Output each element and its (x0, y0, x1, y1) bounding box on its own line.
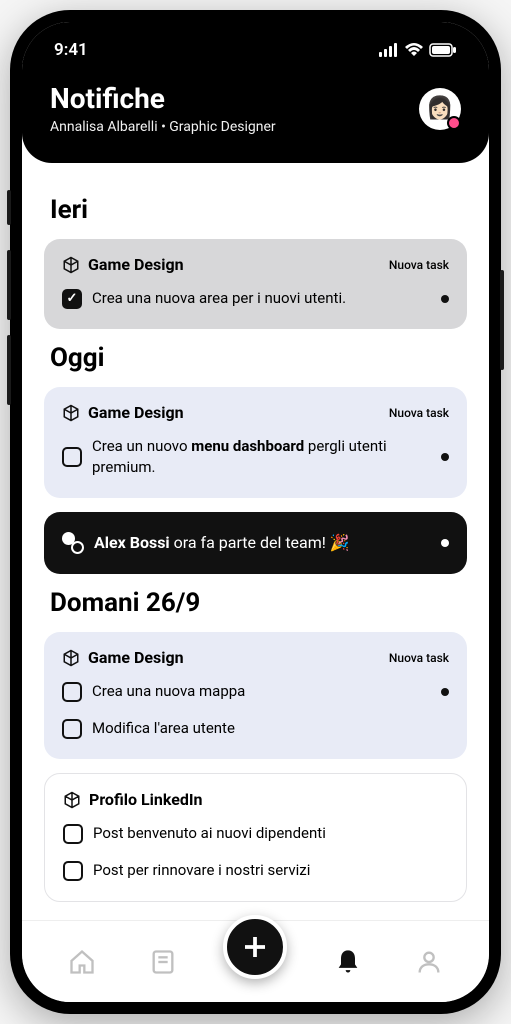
checkbox-icon[interactable] (62, 719, 82, 739)
checkbox-icon[interactable] (62, 447, 82, 467)
task-text: Modifica l'area utente (92, 718, 449, 739)
dot-icon (441, 453, 449, 461)
dot-icon (441, 539, 449, 547)
task-row[interactable]: Crea una nuova area per i nuovi utenti. (62, 284, 449, 313)
card-title-label: Game Design (88, 403, 184, 422)
bottom-nav (22, 920, 489, 1002)
signal-icon (379, 43, 399, 57)
home-icon (68, 948, 96, 976)
checkbox-icon[interactable] (63, 824, 83, 844)
plus-icon (240, 932, 270, 962)
header: Notifiche Annalisa Albarelli • Graphic D… (22, 66, 489, 163)
checkbox-icon[interactable] (63, 861, 83, 881)
page-title: Notifiche (50, 82, 276, 115)
card-domani-1[interactable]: Game Design Nuova task Crea una nuova ma… (44, 632, 467, 759)
card-oggi-team[interactable]: Alex Bossi ora fa parte del team! 🎉 (44, 512, 467, 574)
card-title-label: Game Design (88, 255, 184, 274)
user-icon (415, 948, 443, 976)
task-text: Post per rinnovare i nostri servizi (93, 860, 448, 881)
card-oggi-task[interactable]: Game Design Nuova task Crea un nuovo men… (44, 387, 467, 498)
status-time: 9:41 (54, 40, 88, 60)
section-title-ieri: Ieri (50, 195, 461, 225)
task-row[interactable]: Crea un nuovo menu dashboard pergli uten… (62, 432, 449, 482)
card-domani-2[interactable]: Profilo LinkedIn Post benvenuto ai nuovi… (44, 773, 467, 902)
task-text: Post benvenuto ai nuovi dipendenti (93, 823, 448, 844)
cube-icon (62, 649, 80, 667)
section-title-oggi: Oggi (50, 343, 461, 373)
cube-icon (62, 256, 80, 274)
task-text: Crea un nuovo menu dashboard pergli uten… (92, 436, 431, 478)
section-title-domani: Domani 26/9 (50, 588, 461, 618)
card-tag: Nuova task (389, 406, 449, 420)
nav-home[interactable] (62, 942, 102, 982)
task-text: Crea una nuova mappa (92, 681, 431, 702)
wifi-icon (405, 43, 423, 57)
task-row[interactable]: Modifica l'area utente (62, 714, 449, 743)
dot-icon (441, 688, 449, 696)
dot-icon (441, 295, 449, 303)
battery-icon (429, 43, 457, 57)
document-icon (149, 948, 177, 976)
card-tag: Nuova task (389, 258, 449, 272)
card-title-label: Game Design (88, 648, 184, 667)
task-row[interactable]: Post benvenuto ai nuovi dipendenti (63, 819, 448, 848)
bell-icon (334, 948, 362, 976)
task-row[interactable]: Crea una nuova mappa (62, 677, 449, 706)
card-title-label: Profilo LinkedIn (89, 790, 203, 809)
cube-icon (62, 404, 80, 422)
content: Ieri Game Design Nuova task Crea una nuo… (22, 163, 489, 1002)
page-subtitle: Annalisa Albarelli • Graphic Designer (50, 119, 276, 135)
task-row[interactable]: Post per rinnovare i nostri servizi (63, 856, 448, 885)
card-tag: Nuova task (389, 651, 449, 665)
avatar[interactable]: 👩🏻 (419, 88, 461, 130)
nav-notifications[interactable] (328, 942, 368, 982)
team-icon (62, 532, 84, 554)
task-text: Crea una nuova area per i nuovi utenti. (92, 288, 431, 309)
checkbox-icon[interactable] (62, 682, 82, 702)
checkbox-icon[interactable] (62, 289, 82, 309)
fab-add[interactable] (223, 915, 287, 979)
nav-projects[interactable] (143, 942, 183, 982)
status-icons (379, 43, 457, 57)
card-ieri[interactable]: Game Design Nuova task Crea una nuova ar… (44, 239, 467, 329)
cube-icon (63, 791, 81, 809)
nav-profile[interactable] (409, 942, 449, 982)
team-text: Alex Bossi ora fa parte del team! 🎉 (94, 532, 431, 554)
